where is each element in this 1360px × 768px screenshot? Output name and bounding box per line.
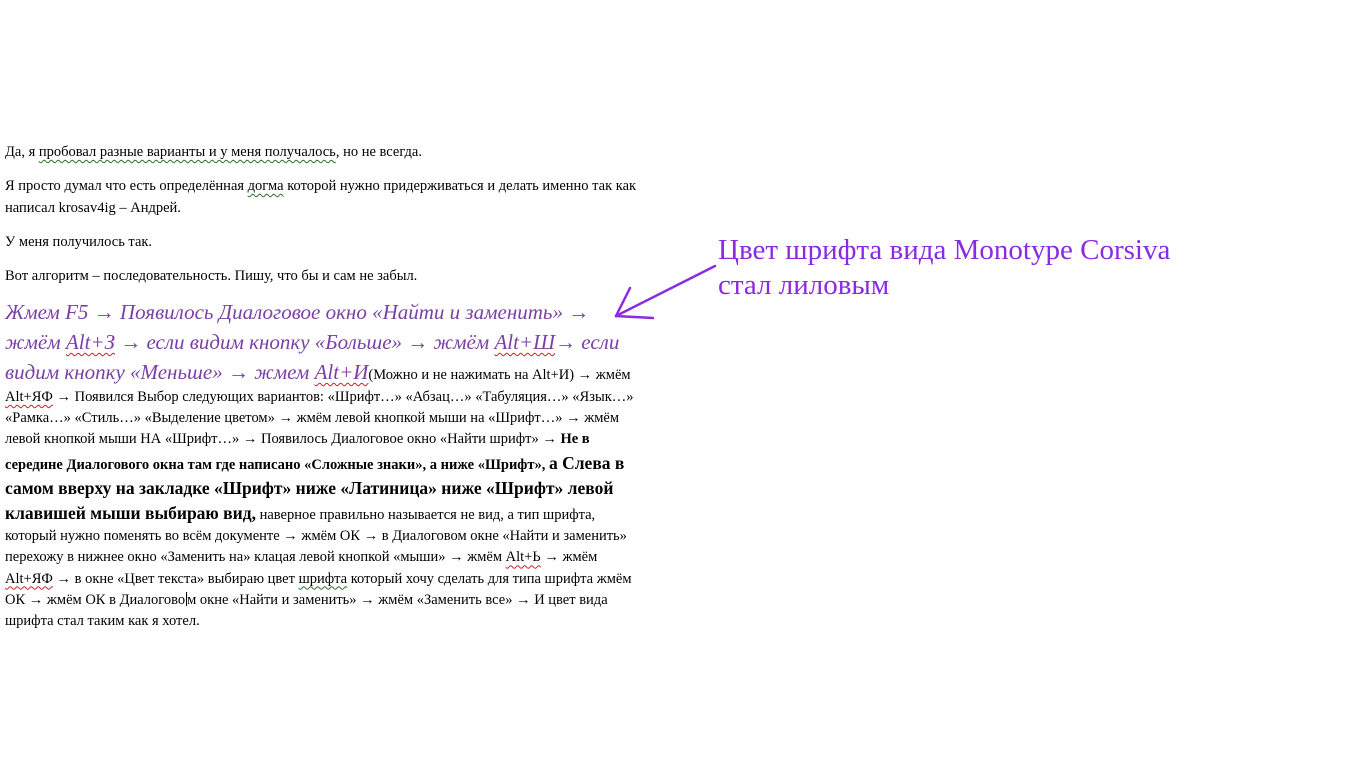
algorithm-paragraph: Жмем F5 → Появилось Диалоговое окно «Най… [5, 297, 645, 632]
document-body: Да, я пробовал разные варианты и у меня … [5, 141, 645, 632]
annotation-label: Цвет шрифта вида Monotype Corsiva стал л… [718, 233, 1170, 303]
arrow-head-lower [614, 314, 655, 320]
paragraph-4: Вот алгоритм – последовательность. Пишу,… [5, 268, 418, 284]
text: → если видим кнопку «Больше» → жмём [115, 330, 495, 354]
text: – Андрей. [115, 200, 181, 216]
text: → жмём [540, 549, 598, 566]
text: → Появился Выбор следующих вариантов: «Ш… [5, 389, 634, 448]
spell-underlined-text: Alt+Ш [494, 330, 556, 354]
text: (Можно и не нажимать на Alt+И) → жмём [368, 367, 631, 383]
spell-underlined-text: Alt+ЯФ [5, 389, 53, 405]
spell-underlined-text: Alt+З [65, 330, 115, 354]
arrow-shaft [614, 264, 717, 318]
annotation-arrow-icon [614, 264, 717, 320]
annotation-line-1: Цвет шрифта вида Monotype Corsiva [718, 234, 1171, 266]
spell-underlined-text: Alt+ЯФ [5, 570, 53, 587]
grammar-underlined-text: пробовал разные варианты и у меня получа… [38, 144, 336, 160]
paragraph-2: Я просто думал что есть определённая дог… [5, 175, 645, 219]
spell-underlined-text: Alt+Ь [505, 549, 541, 566]
paragraph-3: У меня получилось так. [5, 234, 153, 250]
text: Я просто думал что есть определённая [5, 178, 248, 194]
spell-underlined-text: Alt+И [314, 360, 369, 384]
grammar-underlined-text: догма [247, 178, 284, 194]
text: Да, я [5, 144, 39, 160]
paragraph-1: Да, я пробовал разные варианты и у меня … [5, 141, 645, 163]
grammar-underlined-text: шрифта [298, 570, 348, 587]
text: krosav4ig [58, 200, 116, 216]
text: , но не всегда. [335, 144, 422, 160]
text: → в окне «Цвет текста» выбираю цвет [52, 570, 299, 587]
annotation-line-2: стал лиловым [718, 269, 890, 301]
